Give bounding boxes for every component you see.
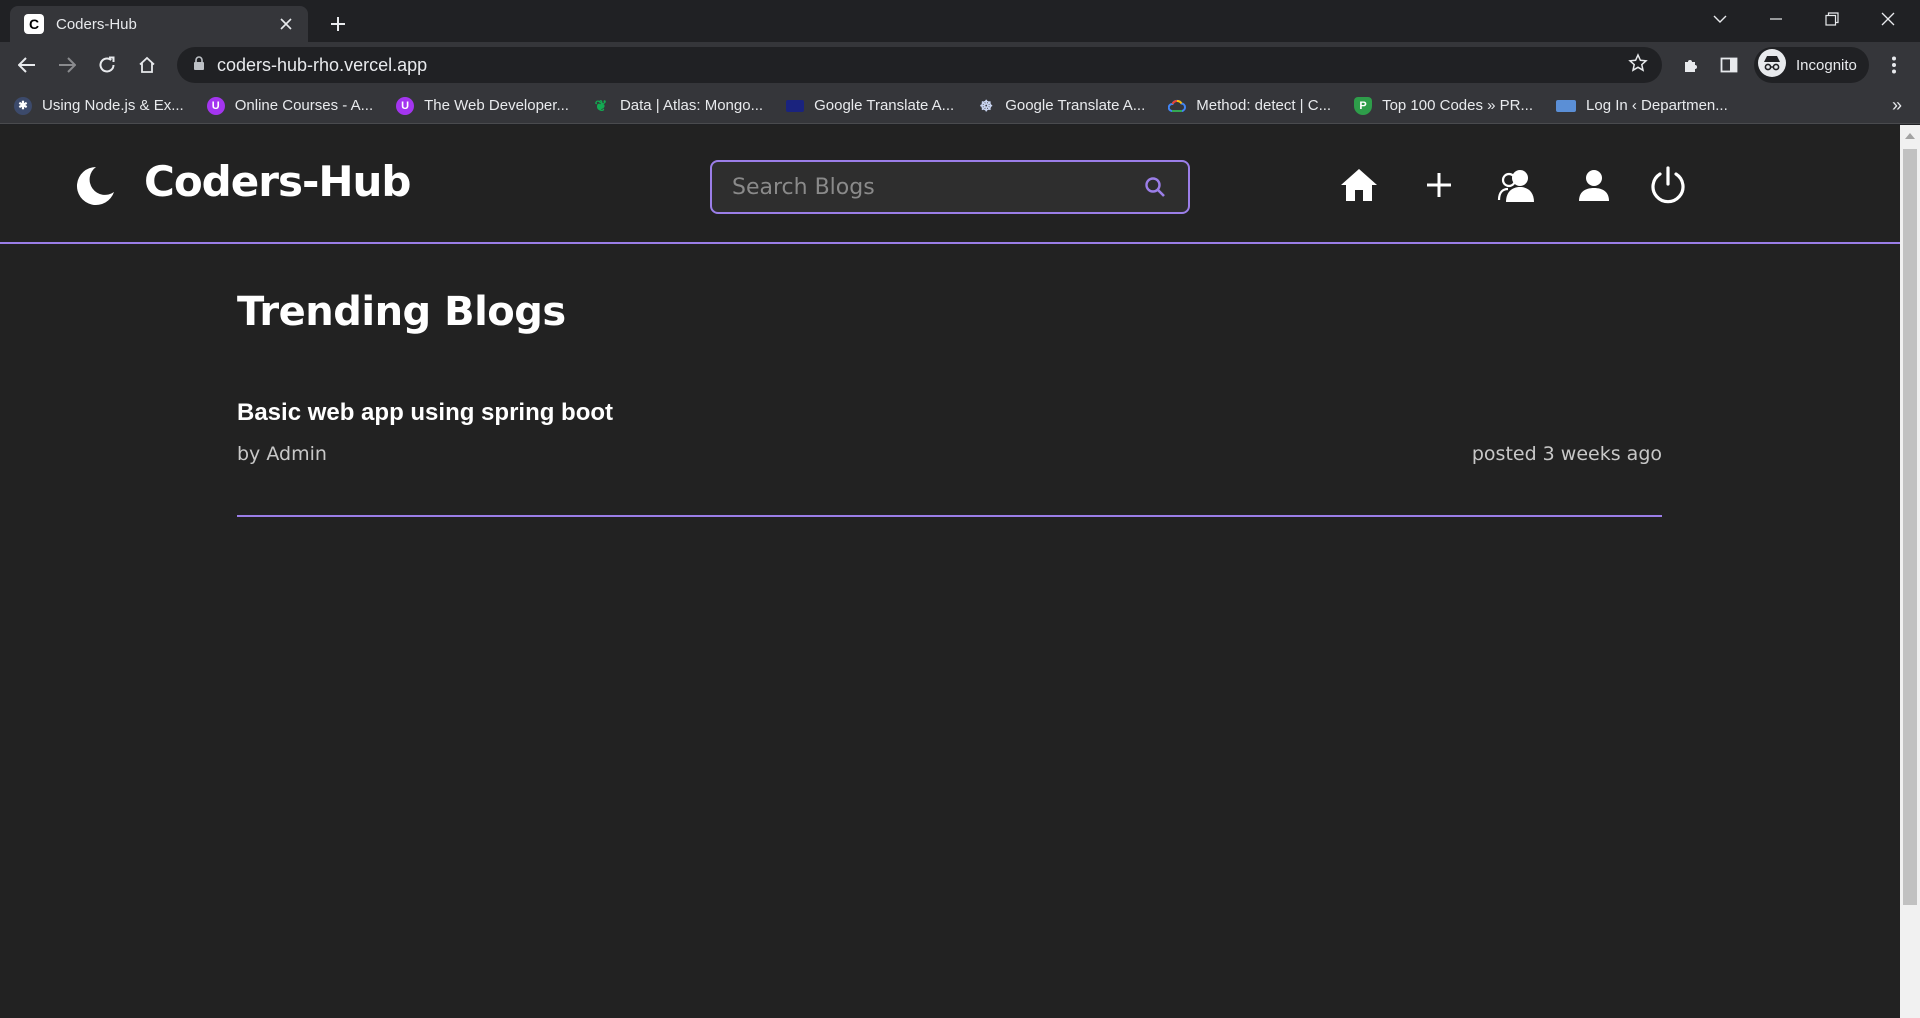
bookmark-label: Top 100 Codes » PR... — [1382, 97, 1534, 114]
rapidapi-icon: ☸ — [979, 97, 993, 115]
extensions-puzzle-icon[interactable] — [1675, 49, 1707, 81]
bookmarks-overflow-icon[interactable]: » — [1892, 95, 1902, 116]
side-panel-icon[interactable] — [1713, 49, 1745, 81]
bookmark-label: Google Translate A... — [1005, 97, 1146, 114]
incognito-profile-button[interactable]: Incognito — [1754, 47, 1869, 83]
tab-search-chevron-icon[interactable] — [1692, 0, 1748, 38]
restore-window-icon[interactable] — [1804, 0, 1860, 38]
search-bar — [710, 160, 1190, 214]
incognito-icon — [1758, 48, 1786, 82]
forward-arrow-icon[interactable] — [51, 49, 83, 81]
address-bar[interactable]: coders-hub-rho.vercel.app — [177, 47, 1662, 83]
incognito-label: Incognito — [1796, 56, 1857, 74]
lock-icon[interactable] — [193, 55, 205, 75]
bookmark-item[interactable]: Log In ‹ Departmen... — [1556, 97, 1728, 114]
site-header: Coders-Hub — [0, 125, 1900, 244]
page-viewport: Coders-Hub Trending Blogs Basic web app … — [0, 125, 1900, 1018]
tab-favicon-icon: C — [24, 14, 44, 34]
scroll-up-arrow-icon[interactable] — [1905, 133, 1915, 139]
node-cluster-icon: ✱ — [14, 96, 32, 115]
page-scrollbar[interactable] — [1900, 125, 1920, 1018]
bookmark-label: Method: detect | C... — [1196, 97, 1332, 114]
blog-posted-date: posted 3 weeks ago — [1471, 443, 1662, 465]
bookmark-star-icon[interactable] — [1628, 52, 1648, 78]
browser-tab-strip: C Coders-Hub — [0, 0, 1920, 42]
tab-title: Coders-Hub — [56, 15, 137, 33]
page-title: Trending Blogs — [237, 289, 566, 335]
udemy-icon: U — [206, 96, 225, 115]
bookmarks-bar: ✱ Using Node.js & Ex... U Online Courses… — [0, 88, 1920, 124]
new-tab-icon[interactable] — [323, 9, 353, 39]
close-tab-icon[interactable] — [276, 14, 296, 34]
translate-doc-icon — [786, 99, 805, 112]
search-input[interactable] — [712, 162, 1144, 212]
bookmark-item[interactable]: U Online Courses - A... — [206, 96, 374, 115]
blog-list-item[interactable]: Basic web app using spring boot by Admin… — [237, 399, 1662, 517]
bookmark-item[interactable]: P Top 100 Codes » PR... — [1354, 96, 1534, 115]
google-cloud-icon — [1168, 97, 1187, 115]
home-icon[interactable] — [1337, 163, 1381, 207]
users-icon[interactable] — [1496, 163, 1540, 207]
reload-icon[interactable] — [91, 49, 123, 81]
bookmark-item[interactable]: Google Translate A... — [786, 97, 954, 114]
browser-toolbar: coders-hub-rho.vercel.app Incognito — [0, 42, 1920, 88]
bookmark-label: Log In ‹ Departmen... — [1586, 97, 1728, 114]
user-icon[interactable] — [1572, 163, 1616, 207]
browser-tab[interactable]: C Coders-Hub — [10, 6, 308, 42]
bookmark-label: Using Node.js & Ex... — [42, 97, 184, 114]
bookmark-label: Google Translate A... — [814, 97, 955, 114]
udemy-icon: U — [396, 96, 415, 115]
bookmark-item[interactable]: ✱ Using Node.js & Ex... — [14, 96, 184, 115]
minimize-window-icon[interactable] — [1748, 0, 1804, 38]
blog-author: by Admin — [237, 443, 327, 465]
bookmark-label: Online Courses - A... — [234, 97, 374, 114]
bookmark-label: The Web Developer... — [424, 97, 569, 114]
department-logo-icon — [1556, 99, 1577, 112]
power-icon[interactable] — [1646, 163, 1690, 207]
bookmark-label: Data | Atlas: Mongo... — [619, 97, 764, 114]
shield-p-icon: P — [1354, 96, 1373, 115]
url-text[interactable]: coders-hub-rho.vercel.app — [217, 55, 1628, 76]
blog-title[interactable]: Basic web app using spring boot — [237, 399, 613, 427]
scrollbar-thumb[interactable] — [1903, 149, 1917, 905]
search-icon[interactable] — [1144, 176, 1166, 198]
close-window-icon[interactable] — [1860, 0, 1916, 38]
home-browser-icon[interactable] — [131, 49, 163, 81]
browser-menu-icon[interactable] — [1878, 49, 1910, 81]
moon-icon[interactable] — [74, 165, 116, 212]
site-logo[interactable]: Coders-Hub — [144, 157, 411, 206]
bookmark-item[interactable]: ☸ Google Translate A... — [977, 97, 1145, 115]
back-arrow-icon[interactable] — [11, 49, 43, 81]
plus-icon[interactable] — [1417, 163, 1461, 207]
bookmark-item[interactable]: U The Web Developer... — [396, 96, 569, 115]
mongodb-leaf-icon: ❦ — [594, 97, 608, 115]
bookmark-item[interactable]: Method: detect | C... — [1168, 97, 1331, 115]
bookmark-item[interactable]: ❦ Data | Atlas: Mongo... — [592, 97, 763, 115]
